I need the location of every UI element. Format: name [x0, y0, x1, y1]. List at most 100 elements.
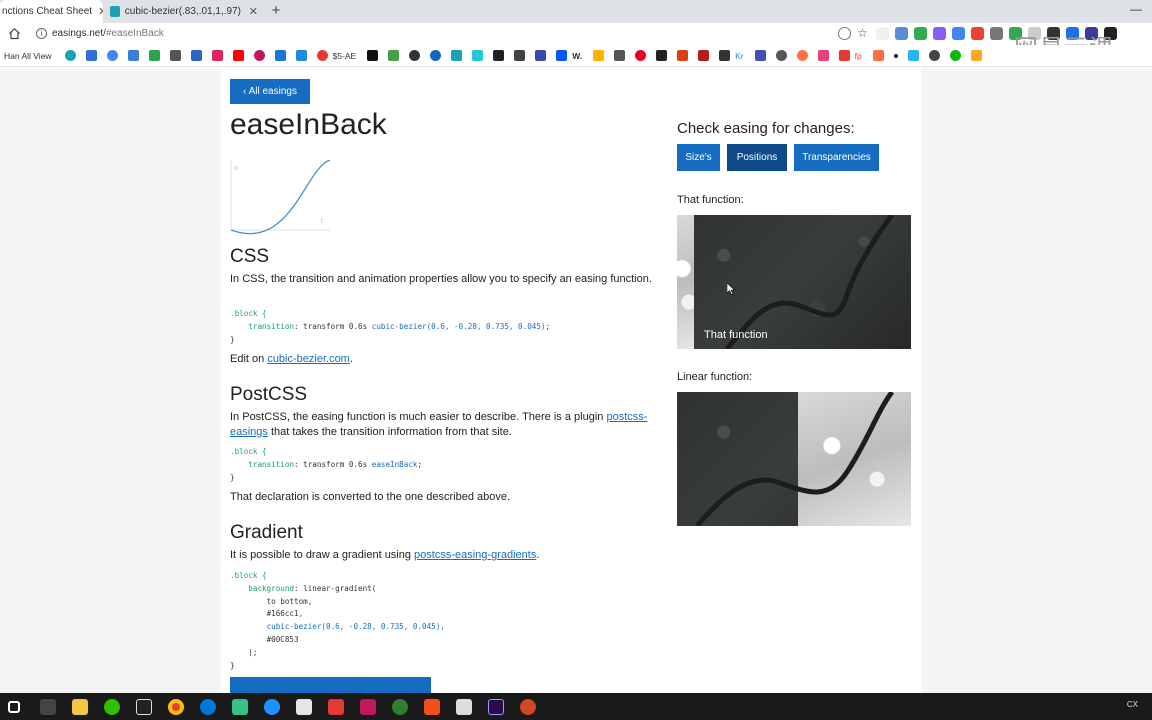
bookmark-icon[interactable] — [295, 50, 307, 61]
postcss-description: In PostCSS, the easing function is much … — [230, 410, 662, 440]
zoom-icon[interactable] — [838, 27, 851, 40]
bookmark-weibo-icon[interactable] — [211, 50, 223, 61]
bookmark-icon[interactable] — [817, 50, 829, 61]
bookmark-icon[interactable] — [796, 50, 808, 61]
app-icon[interactable] — [264, 698, 280, 715]
extension-icon[interactable] — [895, 27, 908, 40]
bookmark-icon[interactable] — [388, 50, 400, 61]
edit-prefix: Edit on — [230, 353, 268, 365]
bookmark-icon[interactable] — [970, 50, 982, 61]
bookmark-icon[interactable] — [614, 50, 626, 61]
bookmark-icon[interactable] — [64, 50, 76, 61]
app-icon[interactable] — [328, 698, 344, 715]
extension-icon[interactable] — [990, 27, 1003, 40]
extension-icon[interactable] — [971, 27, 984, 40]
code-end: ; — [545, 321, 551, 331]
after-effects-icon[interactable] — [488, 698, 504, 715]
code-line: to bottom, — [266, 596, 313, 606]
bookmark-icon[interactable] — [430, 50, 442, 61]
bookmark-icon[interactable] — [472, 50, 484, 61]
bookmark-icon[interactable] — [190, 50, 202, 61]
powerpoint-icon[interactable] — [520, 698, 536, 715]
app-icon[interactable] — [392, 698, 408, 715]
calendar-app-icon[interactable] — [40, 698, 56, 715]
bookmark-icon[interactable] — [593, 50, 605, 61]
bookmark-label[interactable]: Kr — [735, 51, 744, 61]
bookmark-icon[interactable] — [893, 53, 898, 58]
app-icon[interactable] — [296, 698, 312, 715]
cubic-bezier-link[interactable]: cubic-bezier.com — [267, 353, 350, 365]
code-close-brace: } — [230, 334, 235, 344]
tab-cubic-bezier[interactable]: cubic-bezier(.83,.01,1,.97) ✿ c ✕ — [108, 0, 258, 23]
postcss-easing-gradients-link[interactable]: postcss-easing-gradients — [414, 549, 536, 561]
bookmark-icon[interactable] — [754, 50, 766, 61]
photos-icon[interactable] — [456, 698, 472, 715]
main-content: ‹ All easings easeInBack x t CSS In CSS,… — [221, 68, 921, 693]
new-tab-plus-icon[interactable]: + — [268, 2, 284, 20]
minimize-window-icon[interactable]: — — [1130, 2, 1142, 16]
bookmark-icon[interactable] — [698, 50, 710, 61]
address-bar[interactable]: easings.net/#easeInBack — [52, 28, 164, 39]
extension-icon[interactable] — [914, 27, 927, 40]
bookmark-icon[interactable] — [367, 50, 379, 61]
edge-icon[interactable] — [200, 698, 216, 715]
code-property: transition — [248, 459, 295, 469]
postcss-note: That declaration is converted to the one… — [230, 491, 511, 503]
bookmark-icon[interactable] — [316, 50, 328, 61]
task-view-icon[interactable] — [8, 700, 20, 713]
bookmarks-apps-label[interactable]: Han All View — [4, 51, 52, 61]
all-easings-button[interactable]: ‹ All easings — [230, 79, 310, 104]
close-icon[interactable]: ✕ — [249, 5, 258, 18]
bookmark-icon[interactable] — [148, 50, 160, 61]
bookmark-icon[interactable] — [775, 50, 787, 61]
tab-easing-cheat-sheet[interactable]: nctions Cheat Sheet ✕ — [0, 0, 103, 23]
extension-icon[interactable] — [933, 27, 946, 40]
wechat-icon[interactable] — [104, 698, 120, 715]
bookmark-label[interactable]: fp — [855, 51, 862, 61]
app-icon[interactable] — [360, 698, 376, 715]
bookmark-icon[interactable] — [274, 50, 286, 61]
bookmark-icon[interactable] — [493, 50, 505, 61]
positions-button[interactable]: Positions — [727, 144, 787, 171]
bookmark-icon[interactable] — [719, 50, 731, 61]
code-line: #166cc1, — [266, 609, 304, 619]
transparencies-button[interactable]: Transparencies — [794, 144, 879, 171]
code-function: easeInBack — [371, 459, 418, 469]
bookmark-icon[interactable] — [409, 50, 421, 61]
bookmark-icon[interactable] — [872, 50, 884, 61]
bookmark-wechat-icon[interactable] — [949, 50, 961, 61]
bookmark-icon[interactable] — [253, 50, 265, 61]
bookmark-google-icon[interactable] — [106, 50, 118, 61]
bookmark-icon[interactable] — [656, 50, 668, 61]
bookmark-icon[interactable] — [514, 50, 526, 61]
bookmark-pinterest-icon[interactable] — [635, 50, 647, 61]
bookmark-label[interactable]: W. — [572, 51, 582, 61]
bookmark-icon[interactable] — [451, 50, 463, 61]
address-toolbar: i easings.net/#easeInBack ☆ — [0, 23, 1152, 45]
close-icon[interactable]: ✕ — [98, 5, 103, 18]
star-bookmark-icon[interactable]: ☆ — [857, 27, 870, 40]
extension-icon[interactable] — [952, 27, 965, 40]
postcss-code-block: .block { transition: transform 0.6s ease… — [230, 446, 422, 484]
bookmark-icon[interactable] — [677, 50, 689, 61]
file-explorer-icon[interactable] — [72, 698, 88, 715]
chrome-icon[interactable] — [168, 698, 184, 715]
bookmark-icon[interactable] — [535, 50, 547, 61]
bookmark-icon[interactable] — [928, 50, 940, 61]
bookmark-youtube-icon[interactable] — [232, 50, 244, 61]
bookmark-wikipedia-icon[interactable] — [169, 50, 181, 61]
code-close-brace: } — [230, 472, 235, 482]
home-icon[interactable] — [8, 27, 21, 40]
bookmark-icon[interactable] — [907, 50, 919, 61]
edit-suffix: . — [349, 353, 353, 365]
site-info-icon[interactable]: i — [36, 28, 47, 39]
sizes-button[interactable]: Size's — [677, 144, 720, 171]
bookmark-behance-icon[interactable] — [556, 50, 568, 61]
bookmark-icon[interactable] — [85, 50, 97, 61]
bookmark-label[interactable]: $5-AE — [333, 51, 357, 61]
bookmark-icon[interactable] — [127, 50, 139, 61]
figma-icon[interactable] — [424, 698, 440, 715]
bookmark-icon[interactable] — [838, 50, 850, 61]
app-icon[interactable] — [232, 698, 248, 715]
qq-icon[interactable] — [136, 698, 152, 715]
